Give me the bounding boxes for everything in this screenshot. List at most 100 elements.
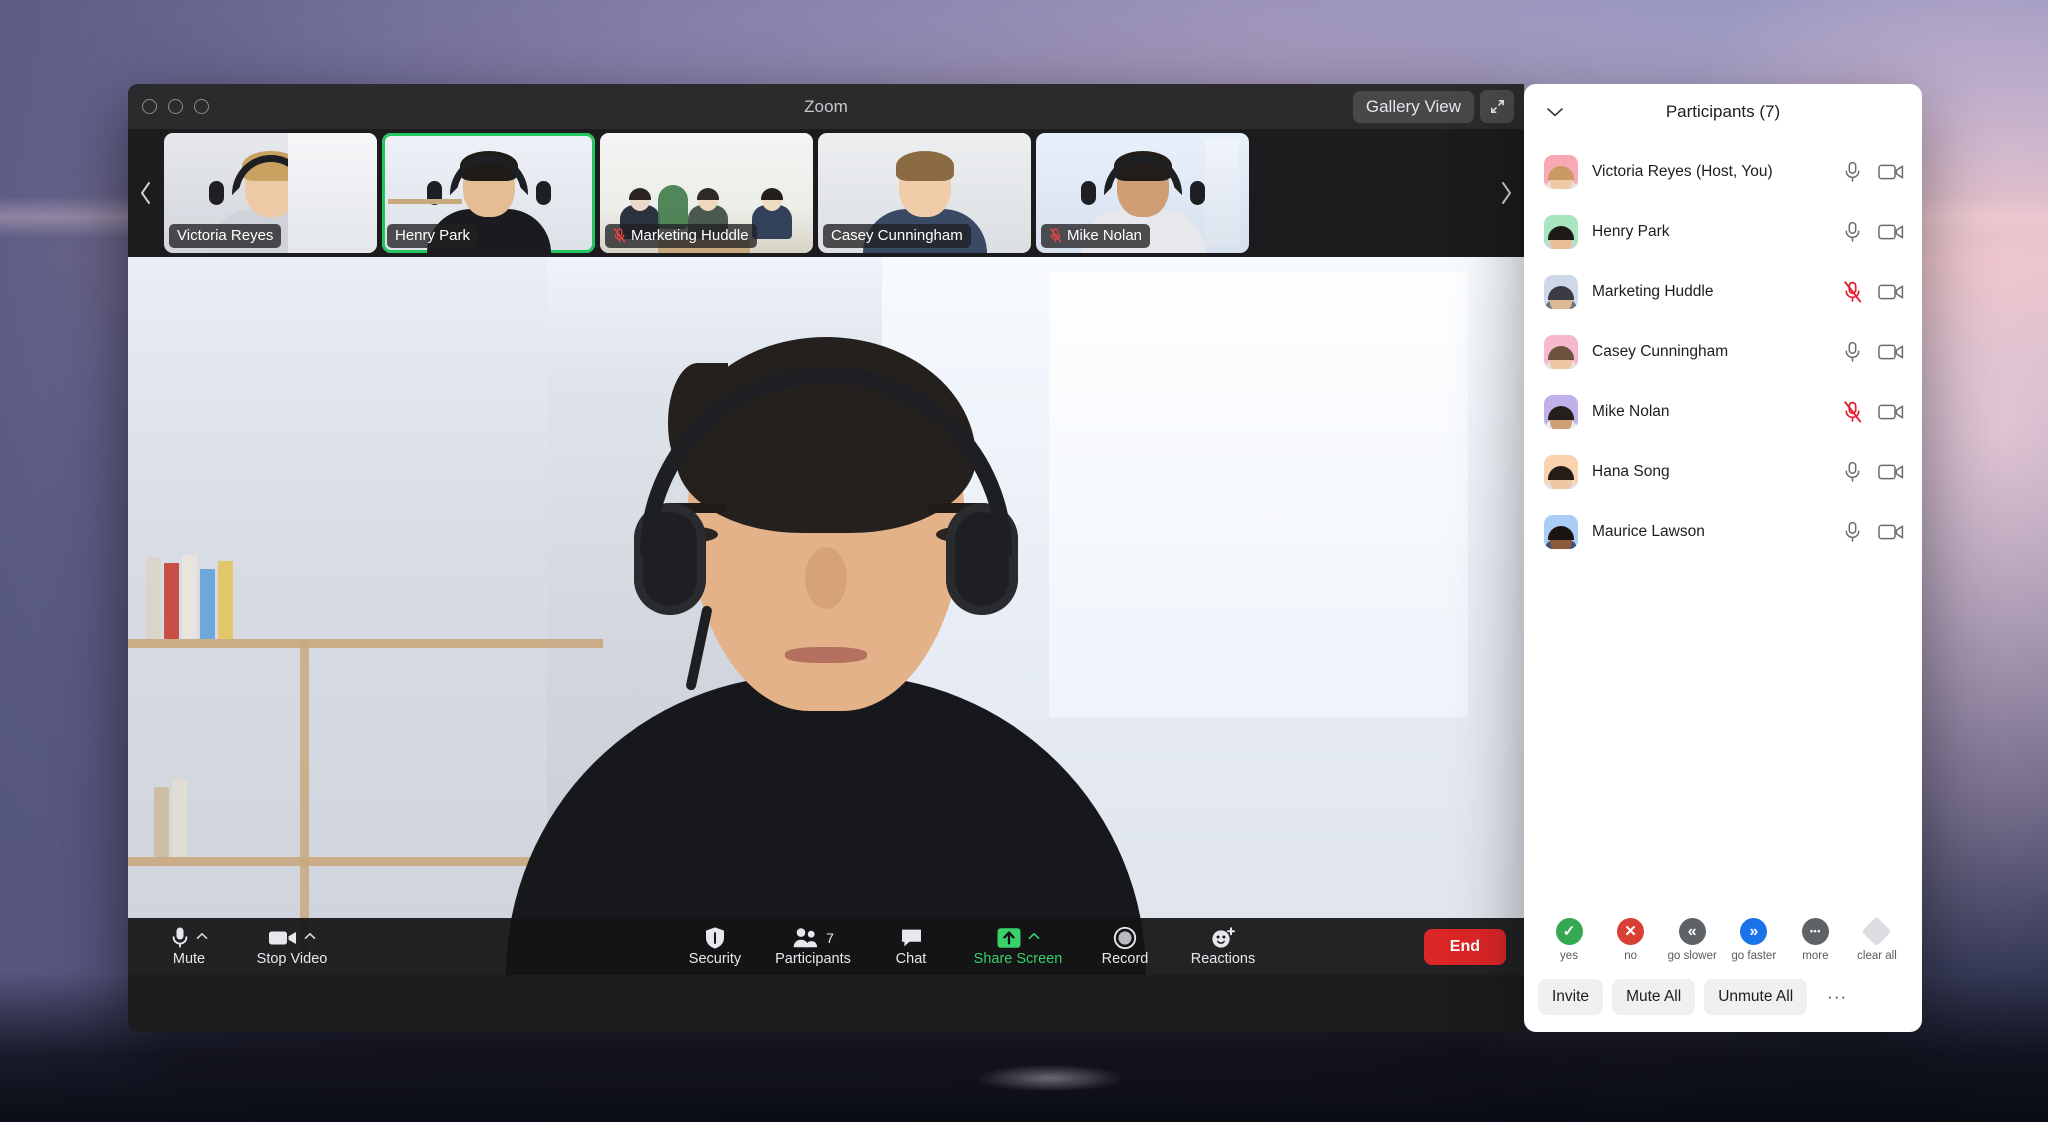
stop-video-button[interactable]: Stop Video <box>232 918 352 975</box>
reactions-bar[interactable]: ✓ yes ✕ no « go slower » go faster ••• more clear … <box>1524 910 1922 972</box>
participants-panel: Participants (7) Victoria Reyes (Host, Y… <box>1524 84 1922 1032</box>
microphone-icon[interactable] <box>1843 221 1862 243</box>
participant-name: Casey Cunningham <box>1592 343 1729 360</box>
participant-row[interactable]: Mike Nolan <box>1524 382 1922 442</box>
thumb-plant <box>658 185 688 229</box>
chevron-up-icon[interactable] <box>196 932 208 940</box>
speaker-video-feed <box>466 275 1186 975</box>
shield-icon <box>704 926 726 950</box>
video-camera-icon[interactable] <box>1878 223 1904 241</box>
chat-button[interactable]: Chat <box>868 918 954 975</box>
video-camera-icon[interactable] <box>1878 343 1904 361</box>
reaction-button[interactable]: « go slower <box>1663 918 1721 962</box>
avatar <box>1544 155 1578 189</box>
microphone-icon[interactable] <box>1843 461 1862 483</box>
filmstrip-thumbnail[interactable]: Marketing Huddle <box>600 133 813 253</box>
microphone-muted-icon[interactable] <box>1843 401 1862 423</box>
filmstrip-thumbnail[interactable]: Victoria Reyes <box>164 133 377 253</box>
microphone-icon[interactable] <box>1843 521 1862 543</box>
participants-count-badge: 7 <box>826 930 834 947</box>
reaction-button[interactable]: ••• more <box>1786 918 1844 962</box>
filmstrip-thumbnail[interactable]: Mike Nolan <box>1036 133 1249 253</box>
end-meeting-button[interactable]: End <box>1423 928 1506 965</box>
ellipsis-circle-icon: ••• <box>1801 918 1829 945</box>
security-button[interactable]: Security <box>672 918 758 975</box>
reaction-label: no <box>1624 950 1637 962</box>
video-camera-icon[interactable] <box>1878 523 1904 541</box>
share-screen-button[interactable]: Share Screen <box>954 918 1082 975</box>
headset-boom-mic <box>685 604 713 692</box>
participant-row[interactable]: Maurice Lawson <box>1524 502 1922 562</box>
reaction-label: go slower <box>1667 950 1717 962</box>
participant-controls <box>1843 221 1904 243</box>
chevron-left-icon[interactable] <box>128 129 164 257</box>
mute-all-button[interactable]: Mute All <box>1612 979 1696 1015</box>
expand-diagonal-icon[interactable] <box>1480 90 1514 123</box>
filmstrip-thumbnail[interactable]: Henry Park <box>382 133 595 253</box>
reaction-button[interactable]: ✓ yes <box>1540 918 1598 962</box>
chevron-down-icon[interactable] <box>1542 99 1568 125</box>
avatar <box>1544 335 1578 369</box>
participant-controls <box>1843 521 1904 543</box>
participant-row[interactable]: Marketing Huddle <box>1524 262 1922 322</box>
microphone-icon[interactable] <box>1843 161 1862 183</box>
reaction-button[interactable]: clear all <box>1848 916 1906 962</box>
share-screen-label: Share Screen <box>973 951 1063 968</box>
avatar-hair <box>1548 466 1574 480</box>
participant-row[interactable]: Henry Park <box>1524 202 1922 262</box>
reactions-button[interactable]: Reactions <box>1168 918 1278 975</box>
rewind-icon: « <box>1678 918 1706 945</box>
mute-button[interactable]: Mute <box>146 918 232 975</box>
participant-filmstrip: Victoria Reyes Henry Park Marketing Hudd… <box>128 129 1524 257</box>
people-icon <box>792 927 819 949</box>
participants-action-bar: Invite Mute All Unmute All ··· <box>1524 972 1922 1032</box>
participant-row[interactable]: Hana Song <box>1524 442 1922 502</box>
avatar-hair <box>1548 286 1574 300</box>
invite-button[interactable]: Invite <box>1538 979 1604 1015</box>
record-button[interactable]: Record <box>1082 918 1168 975</box>
video-camera-icon[interactable] <box>1878 283 1904 301</box>
thumbnail-name-label: Mike Nolan <box>1041 224 1151 248</box>
filmstrip-thumbnail[interactable]: Casey Cunningham <box>818 133 1031 253</box>
participant-row[interactable]: Victoria Reyes (Host, You) <box>1524 142 1922 202</box>
participant-name: Victoria Reyes (Host, You) <box>1592 163 1773 180</box>
avatar <box>1544 455 1578 489</box>
reaction-label: go faster <box>1731 950 1777 962</box>
record-circle-icon <box>1113 926 1137 950</box>
chevron-up-icon[interactable] <box>1028 932 1040 940</box>
gallery-view-button[interactable]: Gallery View <box>1352 90 1474 123</box>
microphone-muted-icon[interactable] <box>1843 281 1862 303</box>
video-camera-icon[interactable] <box>1878 463 1904 481</box>
unmute-all-button[interactable]: Unmute All <box>1704 979 1808 1015</box>
video-camera-icon[interactable] <box>1878 403 1904 421</box>
chevron-right-icon[interactable] <box>1488 129 1524 257</box>
more-options-button[interactable]: ··· <box>1816 978 1859 1016</box>
participants-list[interactable]: Victoria Reyes (Host, You) Henry Park Ma… <box>1524 140 1922 910</box>
thumbnail-name: Mike Nolan <box>1067 227 1143 244</box>
video-camera-icon[interactable] <box>1878 163 1904 181</box>
avatar-hair <box>1548 406 1574 420</box>
chevron-up-icon[interactable] <box>304 932 316 940</box>
zoom-meeting-window: Zoom Gallery View Victoria Reyes Henry P… <box>128 84 1524 1032</box>
participant-name: Mike Nolan <box>1592 403 1670 420</box>
participant-controls <box>1843 461 1904 483</box>
reaction-button[interactable]: ✕ no <box>1602 918 1660 962</box>
desktop-background: Zoom Gallery View Victoria Reyes Henry P… <box>0 0 2048 1122</box>
participant-name: Hana Song <box>1592 463 1670 480</box>
reaction-button[interactable]: » go faster <box>1725 918 1783 962</box>
thumb-person <box>750 185 794 239</box>
participant-row[interactable]: Casey Cunningham <box>1524 322 1922 382</box>
participants-panel-header: Participants (7) <box>1524 84 1922 140</box>
clear-diamond-icon <box>1862 916 1892 947</box>
reaction-label: more <box>1802 950 1829 962</box>
participants-panel-title: Participants (7) <box>1665 102 1781 121</box>
book <box>218 561 233 639</box>
participants-button[interactable]: 7 Participants <box>758 918 868 975</box>
avatar <box>1544 395 1578 429</box>
x-circle-icon: ✕ <box>1617 918 1645 945</box>
video-camera-icon <box>268 928 298 948</box>
reaction-label: yes <box>1560 950 1578 962</box>
filmstrip-track[interactable]: Victoria Reyes Henry Park Marketing Hudd… <box>164 133 1488 253</box>
microphone-icon[interactable] <box>1843 341 1862 363</box>
book <box>146 557 161 639</box>
